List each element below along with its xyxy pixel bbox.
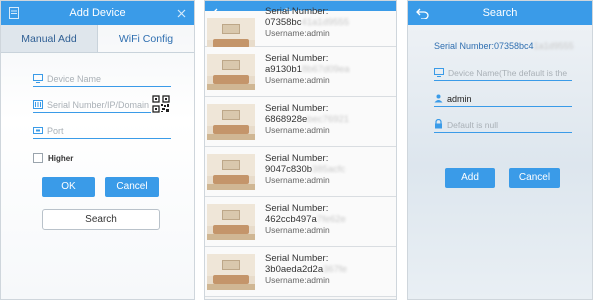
serial-icon: [33, 96, 43, 114]
serial-value: a9130b1: [265, 64, 302, 75]
serial-label: Serial Number:: [265, 53, 329, 64]
qr-code-icon[interactable]: [152, 95, 170, 113]
back-icon[interactable]: [416, 1, 429, 25]
add-device-titlebar: Add Device: [1, 1, 194, 25]
device-name-field[interactable]: Device Name(The default is the: [434, 65, 572, 81]
device-info: Serial Number: 3b0aeda2d2a367fe Username…: [265, 253, 347, 286]
device-info: Serial Number: 07358bc41a1d9555 Username…: [265, 6, 349, 39]
menu-icon[interactable]: [9, 1, 19, 25]
username-value: Username:admin: [265, 28, 330, 38]
password-placeholder: Default is null: [447, 119, 499, 130]
device-thumbnail: [207, 254, 255, 290]
username-field[interactable]: admin: [434, 91, 572, 107]
list-item[interactable]: Serial Number: 462ccb497a7fe62e Username…: [205, 197, 396, 247]
serial-masked: 367fe: [323, 264, 347, 275]
higher-checkbox-box[interactable]: [33, 153, 43, 163]
list-item[interactable]: Serial Number: 07358bc41a1d9555 Username…: [205, 6, 396, 54]
list-item[interactable]: Serial Number: 9047c830b385acfc Username…: [205, 147, 396, 197]
device-thumbnail: [207, 154, 255, 190]
search-results-panel: Search Serial Number: 07358bc41a1d9555 U…: [204, 0, 397, 300]
add-device-panel: Add Device Manual Add WiFi Config Device…: [0, 0, 195, 300]
username-value: Username:admin: [265, 275, 330, 285]
device-icon: [434, 64, 444, 82]
serial-masked: 8b67d09ea: [301, 64, 350, 75]
username-value: admin: [447, 93, 472, 104]
higher-checkbox[interactable]: Higher: [33, 153, 73, 163]
port-icon: [33, 122, 43, 140]
user-icon: [434, 90, 443, 108]
serial-masked: bec76921: [307, 114, 350, 125]
close-icon[interactable]: [177, 1, 186, 25]
port-field[interactable]: Port: [33, 123, 171, 139]
username-value: Username:admin: [265, 225, 330, 235]
tab-manual-add[interactable]: Manual Add: [1, 25, 98, 52]
serial-value: 07358bc: [265, 17, 302, 28]
add-button[interactable]: Add: [445, 168, 495, 188]
serial-value: 462ccb497a: [265, 214, 317, 225]
device-list: Serial Number: 07358bc41a1d9555 Username…: [205, 6, 396, 299]
cancel-button[interactable]: Cancel: [105, 177, 159, 197]
serial-label: Serial Number:: [265, 103, 329, 114]
device-detail-panel: Search Serial Number:07358bc41a1d9555 De…: [407, 0, 593, 300]
cancel-button[interactable]: Cancel: [509, 168, 560, 188]
serial-number-field[interactable]: Serial Number/IP/Domain N: [33, 97, 151, 113]
serial-masked: 7fe62e: [316, 214, 346, 225]
device-info: Serial Number: a9130b18b67d09ea Username…: [265, 53, 350, 86]
serial-value: 9047c830b: [265, 164, 313, 175]
device-thumbnail: [207, 104, 255, 140]
device-name-placeholder: Device Name(The default is the: [448, 67, 568, 78]
serial-number-placeholder: Serial Number/IP/Domain N: [47, 99, 151, 110]
serial-label: Serial Number:: [265, 203, 329, 214]
tab-wifi-config[interactable]: WiFi Config: [98, 25, 194, 52]
serial-masked: 41a1d9555: [301, 17, 350, 28]
ok-button[interactable]: OK: [42, 177, 95, 197]
serial-label: Serial Number:: [265, 253, 329, 264]
list-item[interactable]: Serial Number: 3b0aeda2d2a367fe Username…: [205, 247, 396, 297]
port-placeholder: Port: [47, 125, 64, 136]
add-device-title: Add Device: [69, 7, 126, 19]
device-info: Serial Number: 6868928ebec76921 Username…: [265, 103, 349, 136]
lock-icon: [434, 116, 443, 134]
username-value: Username:admin: [265, 175, 330, 185]
serial-value: 6868928e: [265, 114, 308, 125]
device-info: Serial Number: 462ccb497a7fe62e Username…: [265, 203, 346, 236]
serial-label: Serial Number:: [265, 153, 329, 164]
password-field[interactable]: Default is null: [434, 117, 572, 133]
username-value: Username:admin: [265, 75, 330, 85]
username-value: Username:admin: [265, 125, 330, 135]
device-info: Serial Number: 9047c830b385acfc Username…: [265, 153, 345, 186]
detail-title: Search: [482, 7, 518, 19]
serial-masked: 385acfc: [312, 164, 346, 175]
add-mode-tabs: Manual Add WiFi Config: [1, 25, 194, 53]
device-name-field[interactable]: Device Name: [33, 71, 171, 87]
list-item[interactable]: Serial Number: 6868928ebec76921 Username…: [205, 97, 396, 147]
higher-label: Higher: [48, 153, 74, 163]
device-thumbnail: [207, 54, 255, 90]
detail-titlebar: Search: [408, 1, 592, 25]
search-button[interactable]: Search: [42, 209, 160, 230]
device-name-placeholder: Device Name: [47, 73, 102, 84]
list-item[interactable]: Serial Number: a9130b18b67d09ea Username…: [205, 47, 396, 97]
serial-masked: 1a1d9555: [533, 41, 574, 51]
serial-number-text: Serial Number:07358bc41a1d9555: [434, 41, 574, 51]
serial-label: Serial Number:: [265, 6, 329, 17]
device-icon: [33, 70, 43, 88]
serial-number-label: Serial Number:07358bc4: [434, 41, 534, 51]
device-thumbnail: [207, 204, 255, 240]
serial-value: 3b0aeda2d2a: [265, 264, 324, 275]
